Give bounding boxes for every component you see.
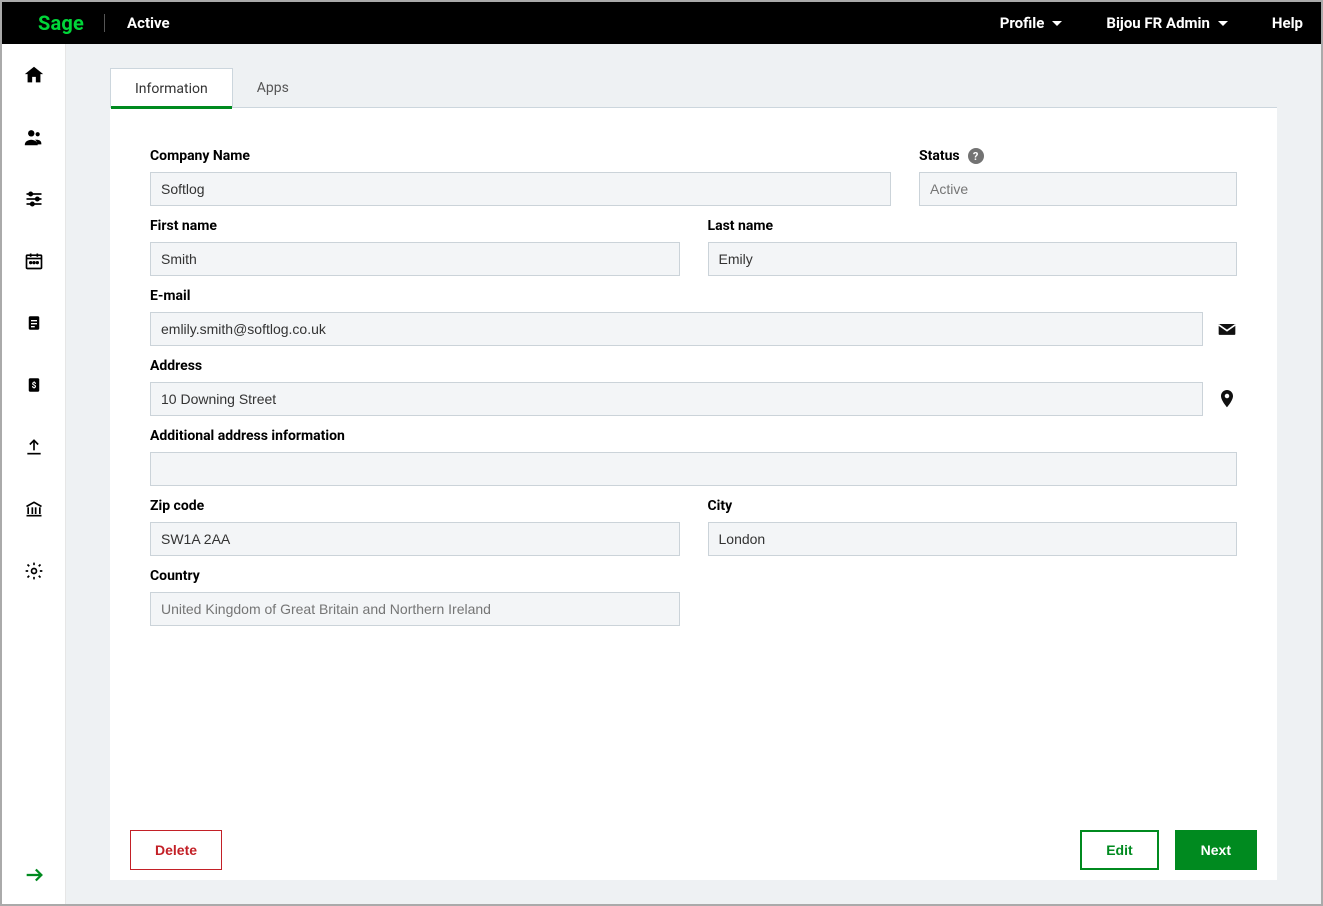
content-area: Information Apps Company Name Status <box>66 44 1321 904</box>
expand-sidebar-arrow-icon[interactable] <box>23 864 45 886</box>
tabs: Information Apps <box>110 68 1277 108</box>
address-input[interactable] <box>150 382 1203 416</box>
status-help-icon[interactable]: ? <box>968 148 984 164</box>
next-button[interactable]: Next <box>1175 830 1257 870</box>
active-tenant-label: Active <box>127 14 170 32</box>
email-label: E-mail <box>150 288 1237 304</box>
status-input[interactable] <box>919 172 1237 206</box>
users-icon[interactable] <box>23 126 45 148</box>
email-input[interactable] <box>150 312 1203 346</box>
upload-icon[interactable] <box>23 436 45 458</box>
help-link[interactable]: Help <box>1272 14 1303 32</box>
last-name-input[interactable] <box>708 242 1238 276</box>
caret-down-icon <box>1052 21 1062 26</box>
addl-address-input[interactable] <box>150 452 1237 486</box>
bank-icon[interactable] <box>23 498 45 520</box>
city-input[interactable] <box>708 522 1238 556</box>
calendar-icon[interactable] <box>23 250 45 272</box>
top-bar: Sage Active Profile Bijou FR Admin Help <box>2 2 1321 44</box>
caret-down-icon <box>1218 21 1228 26</box>
information-panel: Company Name Status ? First name <box>110 108 1277 820</box>
edit-button[interactable]: Edit <box>1080 830 1158 870</box>
last-name-label: Last name <box>708 218 1238 234</box>
logo: Sage <box>38 11 84 35</box>
tab-apps-label: Apps <box>257 80 289 96</box>
svg-text:$: $ <box>31 380 36 391</box>
home-icon[interactable] <box>23 64 45 86</box>
first-name-label: First name <box>150 218 680 234</box>
company-name-label: Company Name <box>150 148 891 164</box>
addl-address-label: Additional address information <box>150 428 1237 444</box>
profile-menu-label: Profile <box>1000 14 1045 32</box>
sliders-icon[interactable] <box>23 188 45 210</box>
country-input[interactable] <box>150 592 680 626</box>
zip-input[interactable] <box>150 522 680 556</box>
mail-icon[interactable] <box>1217 319 1237 339</box>
user-menu[interactable]: Bijou FR Admin <box>1106 14 1228 32</box>
city-label: City <box>708 498 1238 514</box>
country-label: Country <box>150 568 1237 584</box>
profile-menu[interactable]: Profile <box>1000 14 1063 32</box>
status-label-text: Status <box>919 148 960 164</box>
settings-gear-icon[interactable] <box>23 560 45 582</box>
address-label: Address <box>150 358 1237 374</box>
tab-information-label: Information <box>135 81 208 97</box>
company-name-input[interactable] <box>150 172 891 206</box>
document-icon[interactable] <box>23 312 45 334</box>
footer-bar: Delete Edit Next <box>110 820 1277 880</box>
user-menu-label: Bijou FR Admin <box>1106 14 1210 32</box>
first-name-input[interactable] <box>150 242 680 276</box>
help-label: Help <box>1272 14 1303 32</box>
status-label: Status ? <box>919 148 1237 164</box>
tab-information[interactable]: Information <box>110 68 233 108</box>
zip-label: Zip code <box>150 498 680 514</box>
tab-apps[interactable]: Apps <box>233 68 313 107</box>
logo-divider <box>104 14 105 32</box>
map-pin-icon[interactable] <box>1217 389 1237 409</box>
sidebar: $ <box>2 44 66 904</box>
delete-button[interactable]: Delete <box>130 830 222 870</box>
billing-icon[interactable]: $ <box>23 374 45 396</box>
